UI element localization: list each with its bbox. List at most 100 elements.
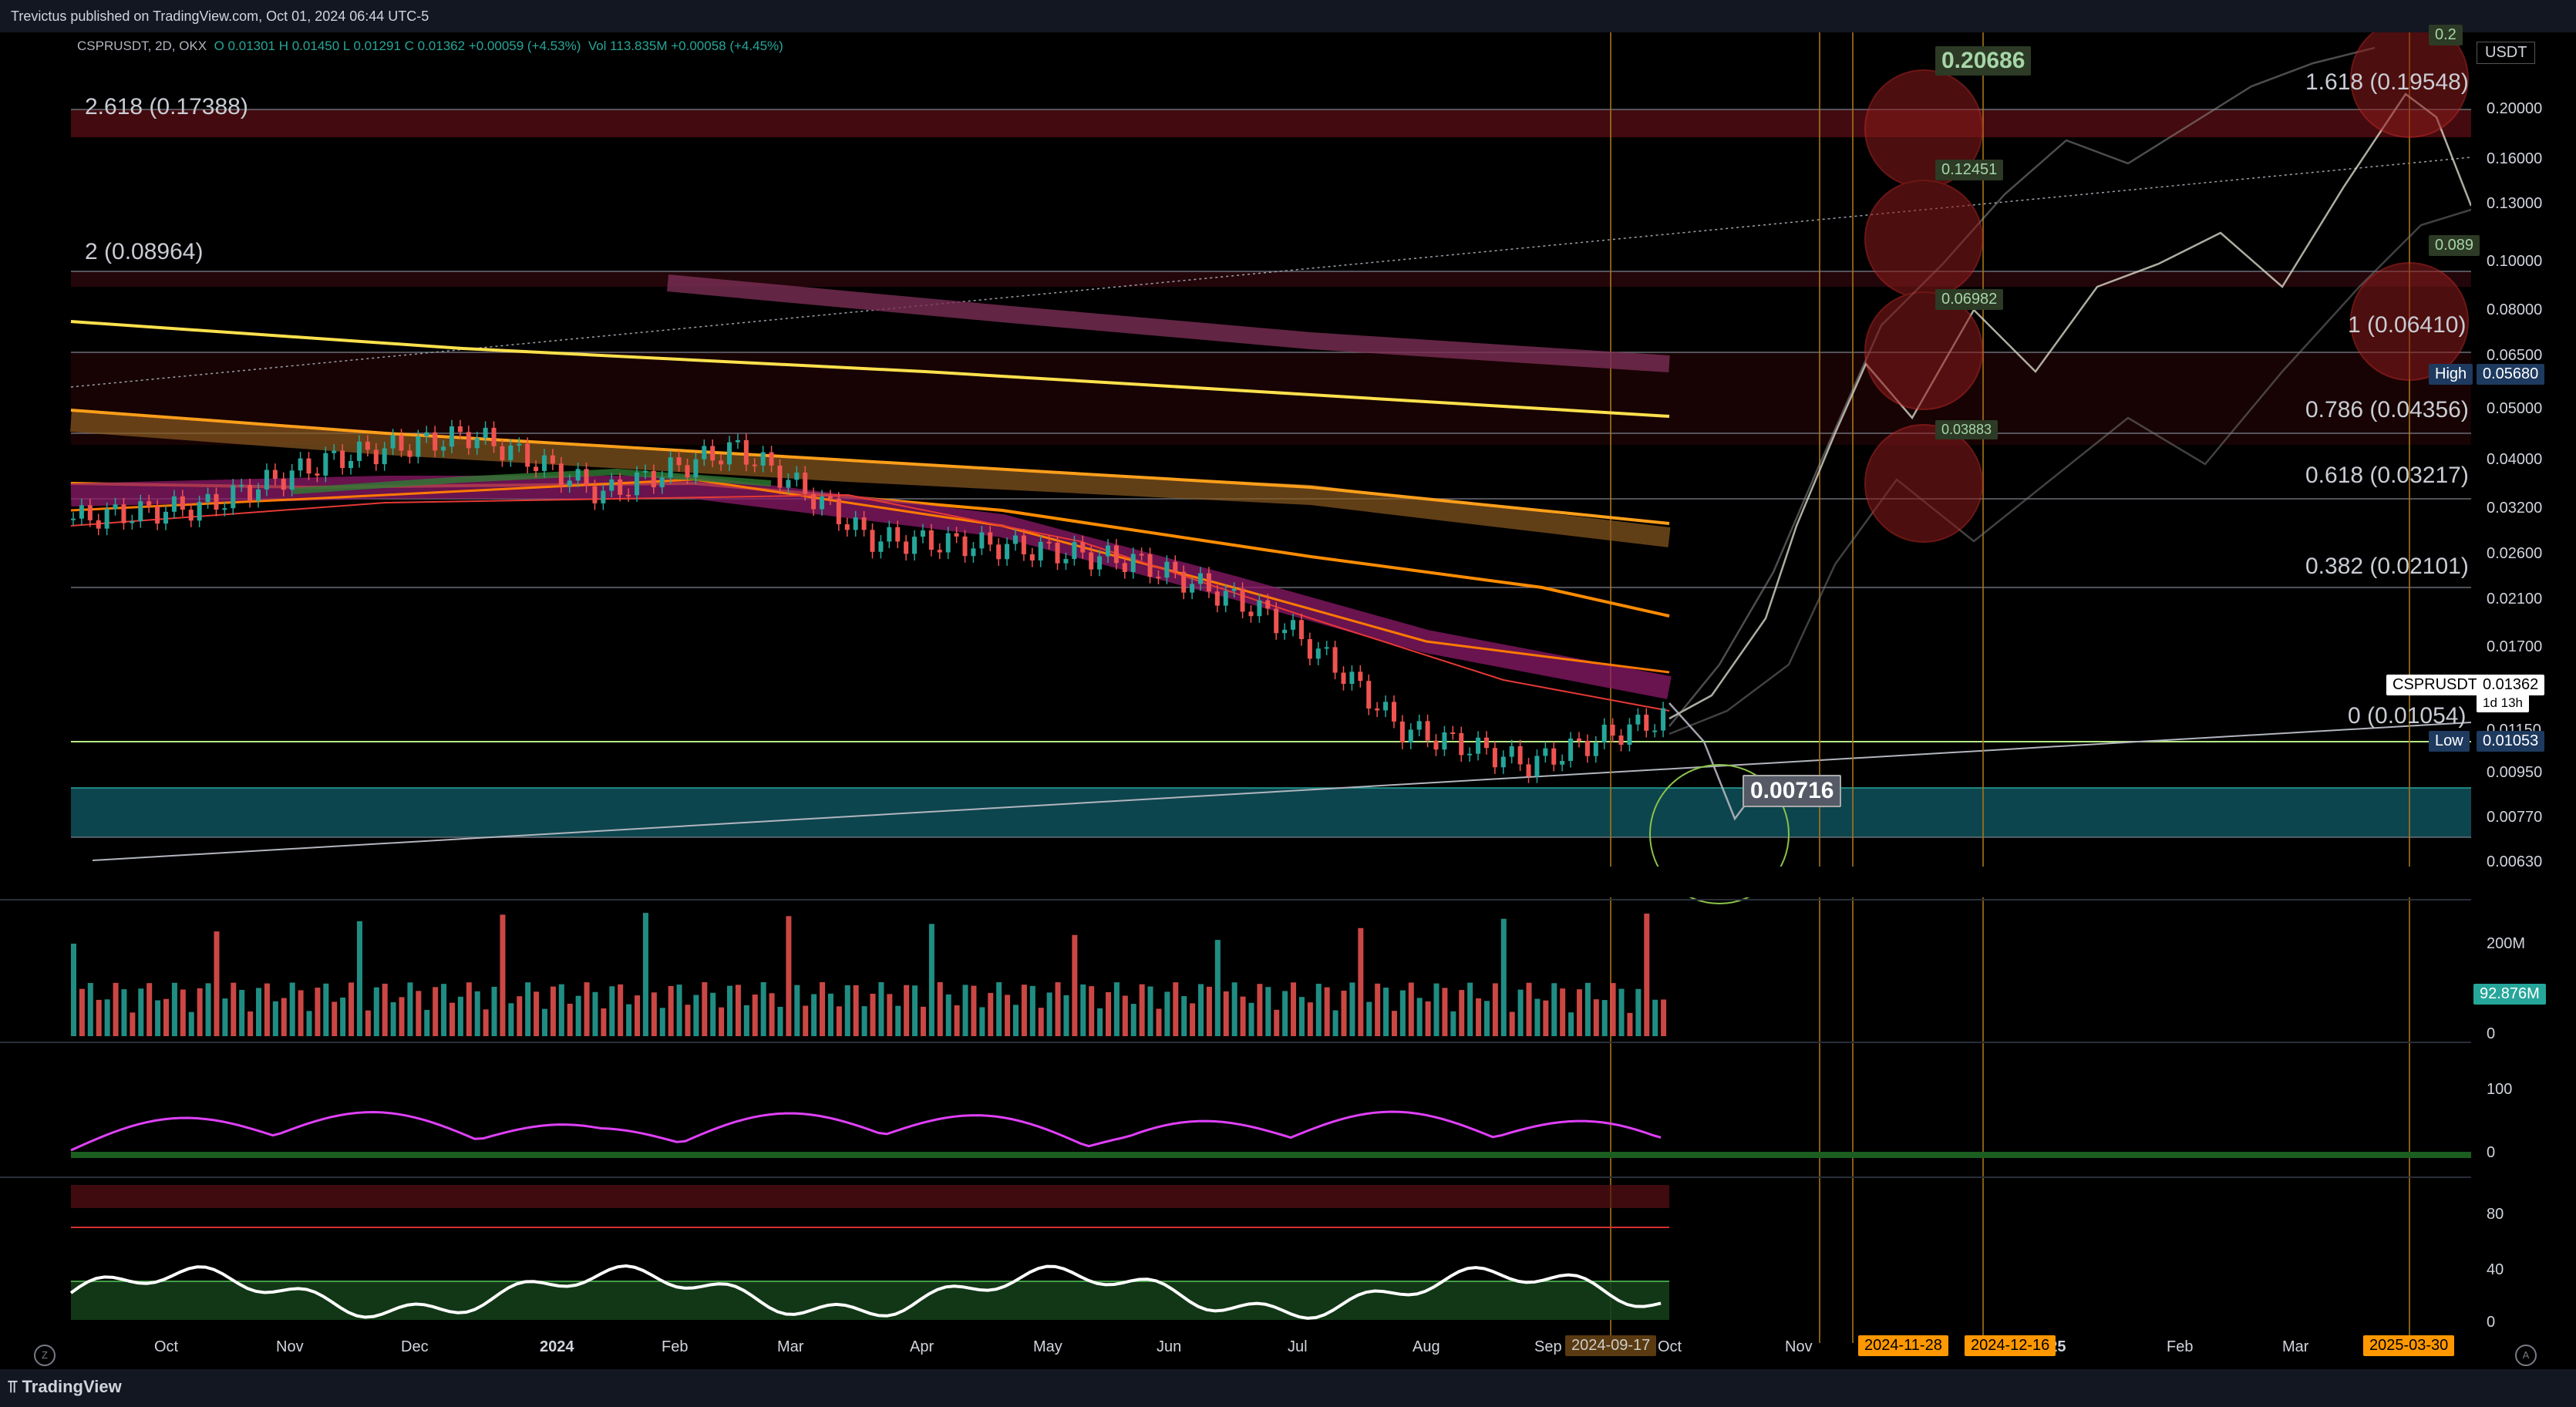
candle [803, 472, 808, 494]
volume-bar [1366, 1001, 1372, 1036]
auto-scale-icon[interactable]: A [2515, 1345, 2537, 1366]
volume-bar [365, 1010, 371, 1036]
price-chart[interactable] [0, 32, 2576, 1369]
volume-bar [1282, 991, 1288, 1036]
candle [1483, 737, 1489, 749]
zoom-reset-icon[interactable]: Z [34, 1345, 56, 1366]
volume-bar [811, 994, 817, 1036]
volume-bar [1072, 934, 1078, 1036]
candle [1274, 608, 1279, 634]
time-tick: 2024 [540, 1338, 574, 1355]
volume-bar [575, 995, 581, 1036]
volume-bar [567, 1003, 573, 1036]
volume-bar [474, 991, 480, 1036]
volume-bar [1509, 1011, 1515, 1036]
candle [1408, 729, 1413, 743]
volume-bar [171, 982, 177, 1036]
last-price: 0.01362 [2477, 675, 2545, 695]
candle [1593, 742, 1598, 756]
volume-bar [197, 988, 203, 1036]
candle [945, 533, 951, 553]
volume-tick: 200M [2487, 935, 2526, 952]
volume-bar [349, 982, 355, 1036]
candle [1164, 561, 1170, 578]
candle [1543, 748, 1548, 756]
osc-tick-100: 100 [2487, 1081, 2513, 1098]
candle [1055, 543, 1060, 564]
candle [659, 477, 665, 488]
candle [1324, 647, 1329, 649]
volume-bar [104, 999, 110, 1036]
volume-bar [1223, 991, 1229, 1036]
candle [399, 435, 404, 451]
candle [449, 426, 454, 447]
candle [971, 548, 976, 557]
volume-bar [373, 987, 379, 1036]
volume-bar [668, 985, 674, 1036]
volume-bar [281, 998, 287, 1036]
candle [1173, 561, 1178, 572]
candle [1156, 577, 1161, 579]
candle [424, 432, 429, 436]
candle [500, 446, 505, 460]
volume-bar [727, 985, 733, 1036]
volume-bar [836, 1006, 842, 1036]
volume-bar [752, 995, 758, 1036]
volume-bar [146, 983, 153, 1036]
volume-bar [1568, 1012, 1574, 1036]
volume-zero: 0 [2487, 1025, 2496, 1042]
volume-bar [231, 982, 237, 1036]
volume-bar [870, 993, 876, 1036]
candle [1492, 748, 1497, 768]
bar-countdown: 1d 13h [2477, 694, 2529, 712]
volume-bar [979, 1007, 985, 1036]
candle [1425, 721, 1430, 741]
candle [1257, 600, 1262, 617]
volume-bar [356, 921, 362, 1036]
volume-bar [861, 1006, 867, 1036]
osc-tick-0: 0 [2487, 1144, 2496, 1161]
candle [878, 541, 884, 552]
volume-bar [1341, 990, 1347, 1036]
candle [1467, 753, 1473, 756]
volume-bar [1483, 1001, 1490, 1036]
candle [743, 439, 749, 465]
candle [668, 457, 673, 478]
candle [1349, 672, 1355, 685]
volume-bar [710, 992, 716, 1036]
price-unit[interactable]: USDT [2477, 42, 2536, 64]
volume-bar [1349, 982, 1355, 1036]
low-value: 0.01053 [2477, 731, 2545, 752]
volume-bar [517, 996, 523, 1036]
candle [1063, 559, 1069, 564]
volume-bar [1450, 1011, 1456, 1036]
high-tag: High [2429, 364, 2473, 385]
volume-bar [1315, 984, 1322, 1036]
candle [719, 460, 724, 465]
volume-bar [1046, 992, 1052, 1036]
candle [239, 485, 244, 487]
volume-bar [534, 991, 540, 1036]
volume-bar [954, 1005, 960, 1036]
candle [651, 470, 656, 488]
volume-bar [491, 986, 497, 1036]
price-tick: 0.20000 [2487, 100, 2543, 117]
volume-bar [130, 1012, 136, 1036]
candle [895, 527, 901, 542]
candle [937, 550, 942, 553]
candle [836, 498, 841, 525]
projection-label-4: 0.03883 [1935, 420, 1999, 439]
volume-bar [803, 1005, 809, 1036]
candle [550, 455, 555, 464]
volume-bar [332, 1001, 338, 1036]
rsi-tick-40: 40 [2487, 1261, 2504, 1278]
volume-bar [642, 913, 648, 1036]
candle [474, 438, 480, 449]
candle [534, 466, 539, 471]
time-tick: Sep [1534, 1338, 1562, 1355]
candle [685, 465, 690, 478]
candle [390, 435, 396, 449]
volume-bar [214, 931, 220, 1036]
candle [1560, 760, 1565, 765]
volume-bar [1097, 1008, 1103, 1036]
